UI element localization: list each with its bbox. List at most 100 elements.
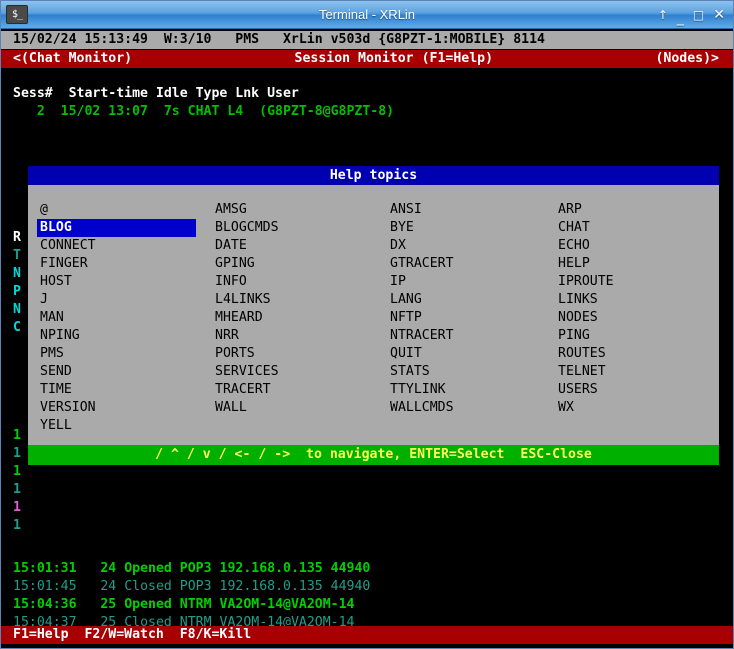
help-topics-grid: @ AMSG ANSI ARP BLOG BLOGCMDS BYE CHAT C…: [28, 201, 719, 435]
topic-item[interactable]: IP: [387, 273, 555, 291]
topic-item[interactable]: L4LINKS: [212, 291, 387, 309]
nodes-link[interactable]: (Nodes)>: [655, 50, 733, 68]
log-action: Opened: [124, 561, 172, 576]
topic-item-empty: [555, 417, 728, 435]
session-table-row[interactable]: 2 15/02 13:07 7s CHAT L4 (G8PZT-8@G8PZT-…: [1, 103, 733, 121]
topic-item[interactable]: LANG: [387, 291, 555, 309]
topic-item[interactable]: DATE: [212, 237, 387, 255]
topic-item[interactable]: BYE: [387, 219, 555, 237]
topic-item[interactable]: PORTS: [212, 345, 387, 363]
topic-item[interactable]: WALLCMDS: [387, 399, 555, 417]
margin-char: 1: [13, 500, 21, 515]
log-time: 15:01:31: [13, 561, 77, 576]
dialog-title: Help topics: [28, 166, 719, 185]
topic-item[interactable]: INFO: [212, 273, 387, 291]
topic-item[interactable]: MAN: [37, 309, 212, 327]
topic-item[interactable]: TRACERT: [212, 381, 387, 399]
close-button[interactable]: ✕: [713, 8, 725, 22]
topic-item[interactable]: SEND: [37, 363, 212, 381]
topic-item[interactable]: DX: [387, 237, 555, 255]
margin-char: N: [13, 302, 21, 317]
topic-item[interactable]: BLOGCMDS: [212, 219, 387, 237]
topic-item[interactable]: TIME: [37, 381, 212, 399]
topic-item[interactable]: HELP: [555, 255, 728, 273]
terminal-screen[interactable]: 15/02/24 15:13:49 W:3/10 PMS XrLin v503d…: [1, 29, 733, 648]
topic-item[interactable]: CONNECT: [37, 237, 212, 255]
background-line: 1: [1, 517, 733, 535]
margin-char: P: [13, 284, 21, 299]
margin-char: N: [13, 266, 21, 281]
minimize-button[interactable]: _: [677, 11, 684, 25]
topic-item[interactable]: LINKS: [555, 291, 728, 309]
background-line: 1: [1, 481, 733, 499]
topic-item[interactable]: GPING: [212, 255, 387, 273]
maximize-button[interactable]: □: [693, 9, 704, 21]
margin-char: R: [13, 230, 21, 245]
topic-item[interactable]: NFTP: [387, 309, 555, 327]
log-line-spacer: [1, 537, 733, 555]
shade-button[interactable]: ↑: [658, 9, 668, 21]
topic-item[interactable]: QUIT: [387, 345, 555, 363]
monitor-bar-title: Session Monitor (F1=Help): [294, 51, 494, 66]
topic-item[interactable]: SERVICES: [212, 363, 387, 381]
dialog-navigation-hint: / ^ / v / <- / -> to navigate, ENTER=Sel…: [28, 445, 719, 465]
log-peer: VA2OM-14@VA2OM-14: [219, 597, 355, 612]
log-protocol: POP3: [179, 561, 212, 576]
margin-char: 1: [13, 464, 21, 479]
monitor-bar: <(Chat Monitor) Session Monitor (F1=Help…: [1, 50, 733, 68]
log-time: 15:01:45: [13, 579, 77, 594]
session-table-header: Sess# Start-time Idle Type Lnk User: [13, 86, 299, 101]
topic-item[interactable]: CHAT: [555, 219, 728, 237]
system-status-line: 15/02/24 15:13:49 W:3/10 PMS XrLin v503d…: [1, 31, 733, 49]
margin-char: 1: [13, 482, 21, 497]
topic-item[interactable]: TELNET: [555, 363, 728, 381]
topic-item[interactable]: MHEARD: [212, 309, 387, 327]
topic-item[interactable]: IPROUTE: [555, 273, 728, 291]
log-session: 24: [100, 561, 117, 576]
log-peer: 192.168.0.135 44940: [219, 561, 371, 576]
topic-item[interactable]: NTRACERT: [387, 327, 555, 345]
log-session: 25: [100, 597, 117, 612]
topic-item[interactable]: FINGER: [37, 255, 212, 273]
margin-char: T: [13, 248, 21, 263]
background-line: 1: [1, 463, 733, 481]
topic-item[interactable]: YELL: [37, 417, 212, 435]
log-action: Closed: [124, 579, 172, 594]
topic-item[interactable]: PING: [555, 327, 728, 345]
margin-char: 1: [13, 518, 21, 533]
log-protocol: NTRM: [179, 597, 212, 612]
chat-monitor-link[interactable]: <(Chat Monitor): [1, 50, 132, 68]
topic-item[interactable]: USERS: [555, 381, 728, 399]
log-session: 24: [100, 579, 117, 594]
terminal-window: $_ Terminal - XRLin ↑ _ □ ✕ 15/02/24 15:…: [0, 0, 734, 649]
topic-item[interactable]: HOST: [37, 273, 212, 291]
topic-item[interactable]: NRR: [212, 327, 387, 345]
function-key-bar[interactable]: F1=Help F2/W=Watch F8/K=Kill: [1, 626, 733, 644]
margin-char: 1: [13, 446, 21, 461]
topic-item[interactable]: AMSG: [212, 201, 387, 219]
topic-item[interactable]: PMS: [37, 345, 212, 363]
topic-item[interactable]: ECHO: [555, 237, 728, 255]
topic-item[interactable]: VERSION: [37, 399, 212, 417]
log-line: 15:01:45 24 Closed POP3 192.168.0.135 44…: [1, 578, 733, 596]
log-time: 15:04:36: [13, 597, 77, 612]
topic-item[interactable]: WX: [555, 399, 728, 417]
topic-item[interactable]: J: [37, 291, 212, 309]
help-topics-dialog[interactable]: Help topics @ AMSG ANSI ARP BLOG BLOGCMD…: [28, 166, 719, 465]
topic-item[interactable]: ANSI: [387, 201, 555, 219]
topic-item[interactable]: NPING: [37, 327, 212, 345]
topic-item[interactable]: ROUTES: [555, 345, 728, 363]
topic-item[interactable]: GTRACERT: [387, 255, 555, 273]
topic-item[interactable]: ARP: [555, 201, 728, 219]
topic-item[interactable]: WALL: [212, 399, 387, 417]
topic-item-empty: [387, 417, 555, 435]
topic-item[interactable]: NODES: [555, 309, 728, 327]
topic-item-empty: [212, 417, 387, 435]
topic-item[interactable]: STATS: [387, 363, 555, 381]
topic-item[interactable]: TTYLINK: [387, 381, 555, 399]
window-title: Terminal - XRLin: [318, 7, 416, 22]
background-line: 1: [1, 499, 733, 517]
topic-item[interactable]: @: [37, 201, 212, 219]
window-titlebar[interactable]: $_ Terminal - XRLin ↑ _ □ ✕: [1, 1, 733, 29]
topic-item-selected[interactable]: BLOG: [37, 219, 196, 237]
